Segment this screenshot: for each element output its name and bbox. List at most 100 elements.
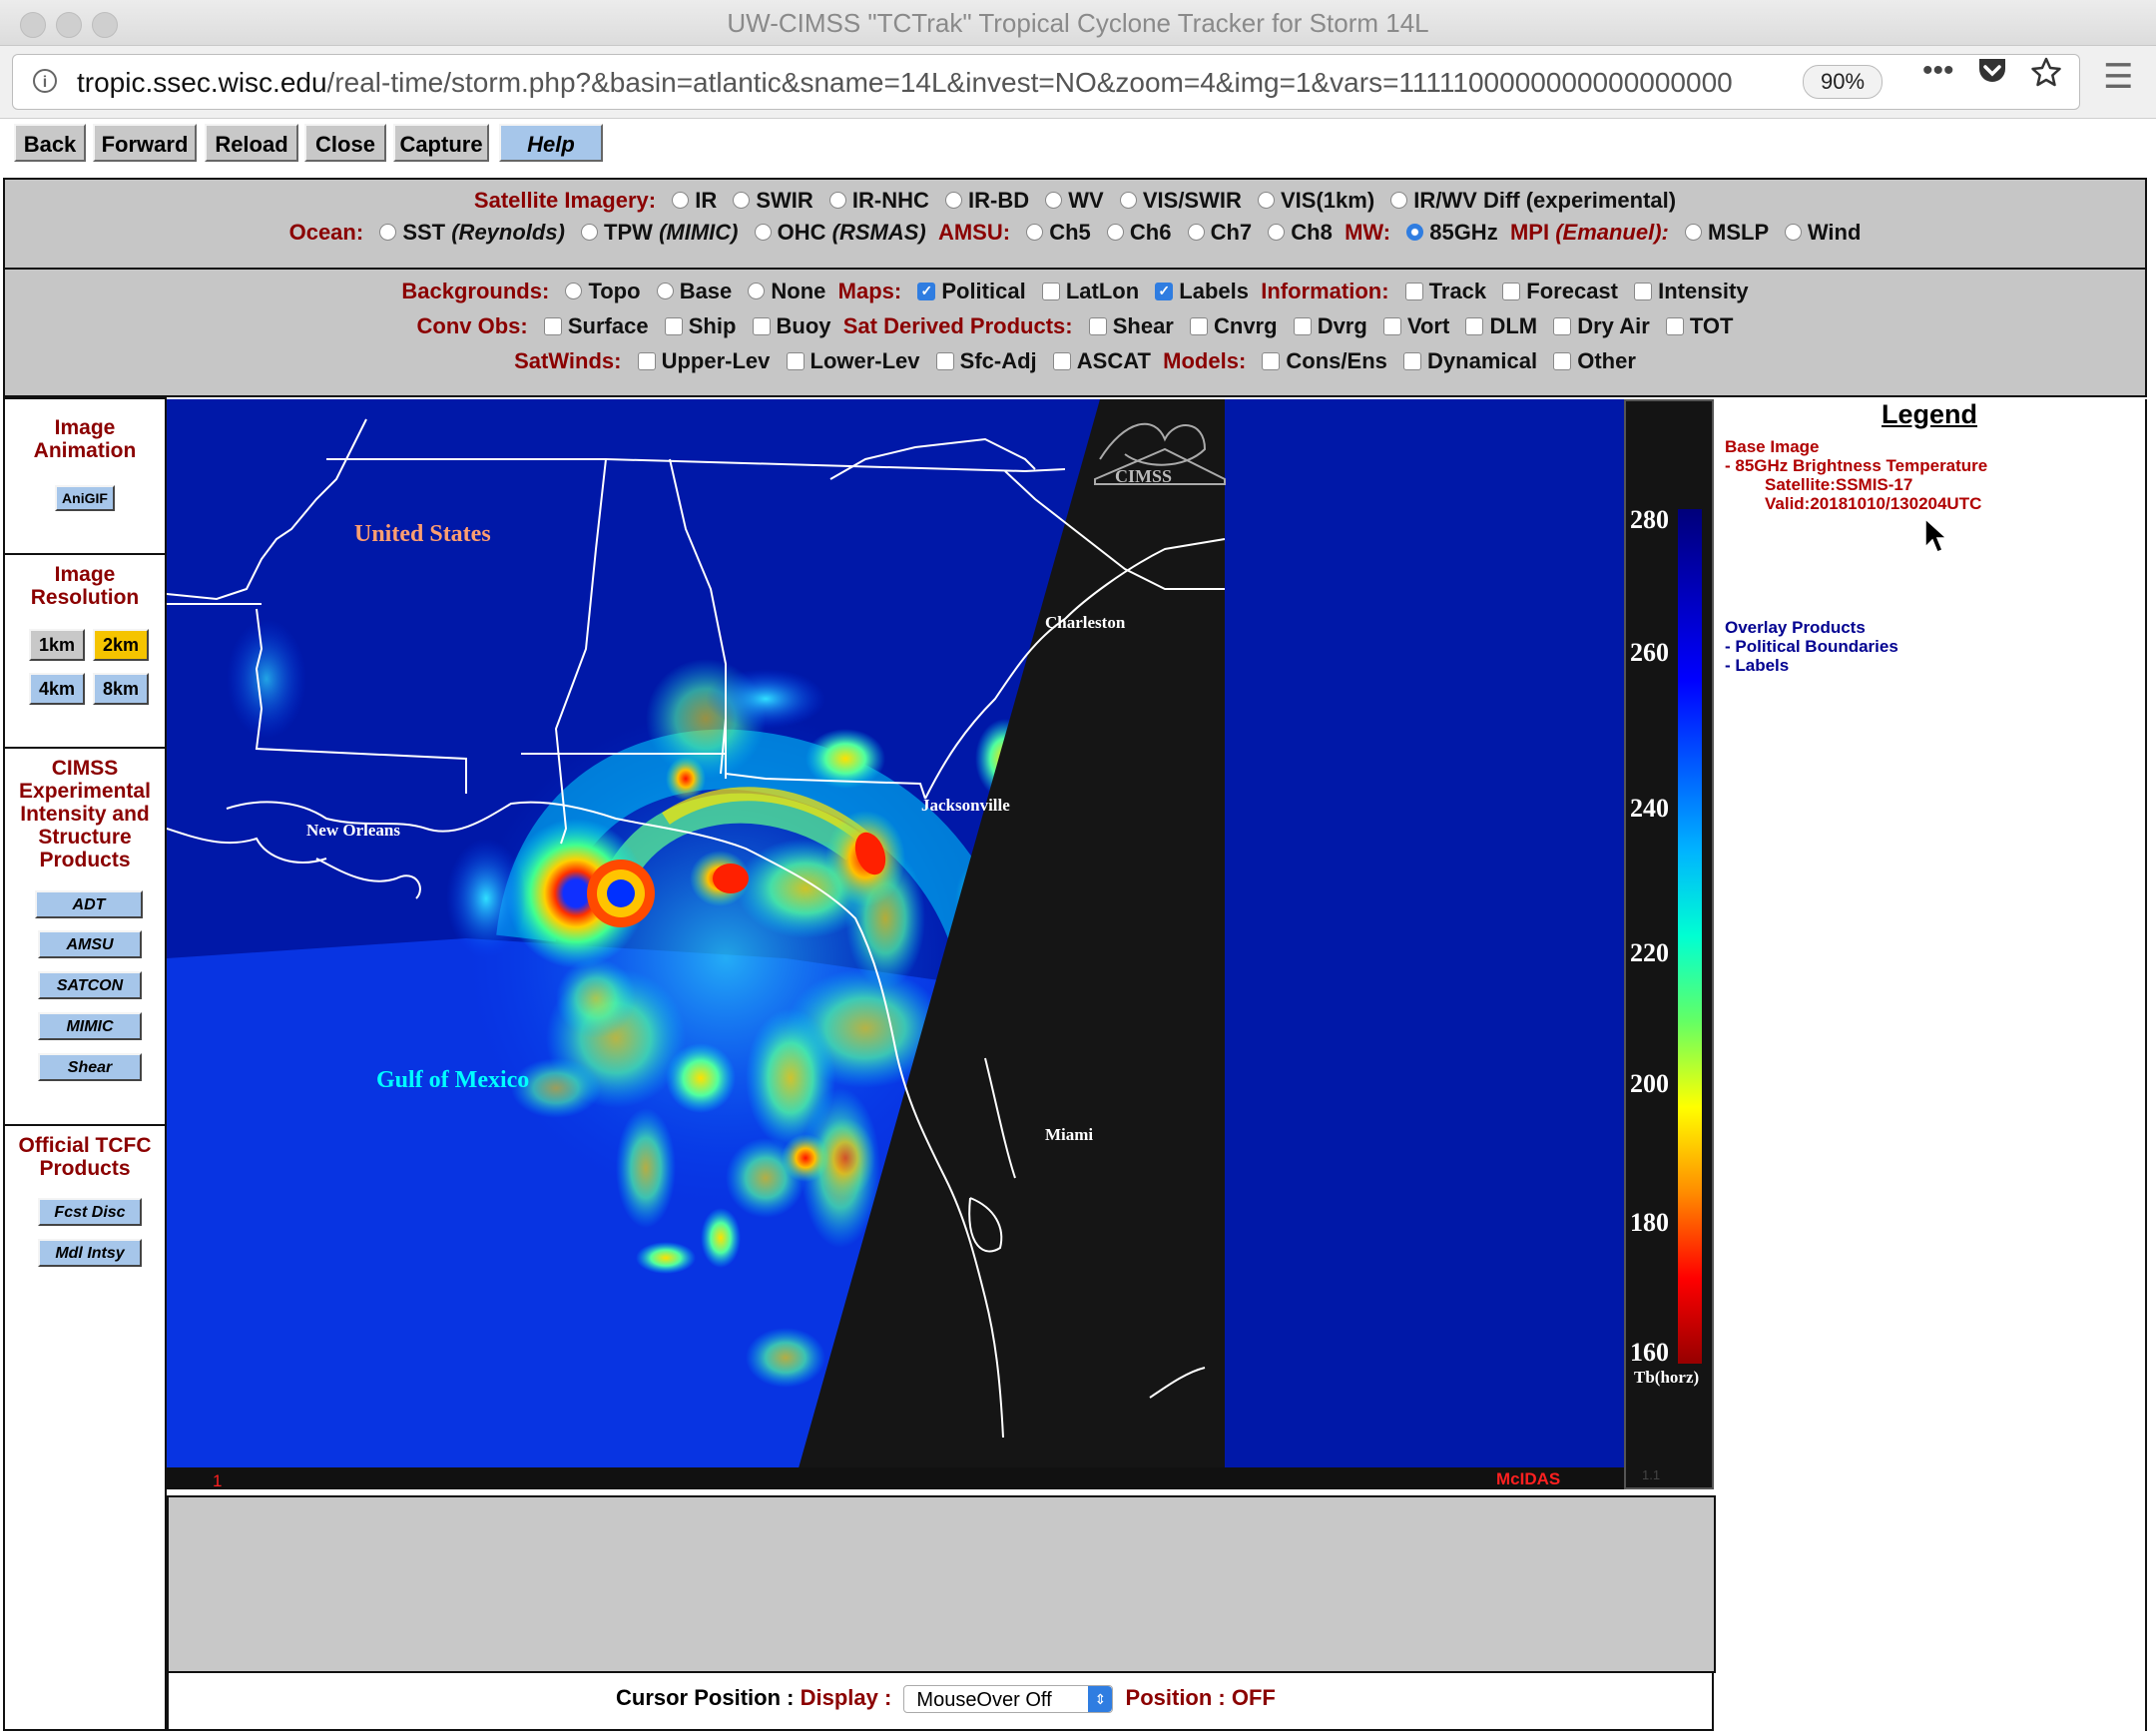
label-charleston: Charleston — [1045, 613, 1126, 632]
shear-button[interactable]: Shear — [38, 1053, 142, 1081]
pocket-icon[interactable] — [1976, 56, 2008, 94]
checkbox-upper-lev[interactable] — [637, 351, 656, 370]
label-jacksonville: Jacksonville — [921, 796, 1010, 815]
checkbox-buoy[interactable] — [752, 316, 771, 335]
mcidas-label: McIDAS — [1496, 1469, 1560, 1488]
checkbox-latlon[interactable] — [1041, 282, 1060, 300]
legend-panel: Legend Base Image - 85GHz Brightness Tem… — [1714, 399, 2147, 1731]
legend-title: Legend — [1881, 399, 1977, 429]
radio-ch5[interactable] — [1026, 224, 1044, 242]
legend-overlay-title: Overlay Products — [1725, 618, 1866, 637]
checkbox-cnvrg[interactable] — [1190, 316, 1208, 335]
checkbox-dry-air[interactable] — [1553, 316, 1572, 335]
radio-wv[interactable] — [1045, 192, 1063, 210]
checkbox-shear[interactable] — [1088, 316, 1107, 335]
radio-vis-1km[interactable] — [1258, 192, 1275, 210]
radio-none[interactable] — [748, 283, 766, 300]
close-button[interactable]: Close — [304, 124, 386, 162]
checkbox-vort[interactable] — [1382, 316, 1401, 335]
frame-number: 1 — [213, 1471, 222, 1489]
tick-220: 220 — [1630, 938, 1669, 967]
radio-ir[interactable] — [672, 192, 690, 210]
back-button[interactable]: Back — [14, 124, 86, 162]
satellite-map[interactable]: United States Gulf of Mexico Charleston … — [167, 399, 1624, 1489]
checkbox-track[interactable] — [1404, 282, 1423, 300]
url-text[interactable]: tropic.ssec.wisc.edu/real-time/storm.php… — [77, 67, 1784, 99]
info-icon[interactable]: i — [33, 69, 57, 93]
checkbox-political[interactable]: ✓ — [917, 282, 936, 300]
radio-tpw[interactable] — [581, 224, 599, 242]
convobs-row: Conv Obs: Surface Ship Buoy Sat Derived … — [416, 313, 1734, 338]
satellite-imagery-row: Satellite Imagery: IR SWIR IR-NHC IR-BD … — [473, 188, 1677, 213]
satcon-button[interactable]: SATCON — [38, 971, 142, 999]
radio-ir-nhc[interactable] — [828, 192, 846, 210]
help-button[interactable]: Help — [499, 124, 603, 162]
position-value: OFF — [1231, 1685, 1276, 1710]
checkbox-cons-ens[interactable] — [1262, 351, 1281, 370]
label-gulf-of-mexico: Gulf of Mexico — [376, 1067, 529, 1093]
imagery-panel: Satellite Imagery: IR SWIR IR-NHC IR-BD … — [3, 178, 2147, 270]
tick-160: 160 — [1630, 1338, 1669, 1367]
cimss-products-section: CIMSS Experimental Intensity and Structu… — [5, 749, 165, 1126]
forward-button[interactable]: Forward — [93, 124, 197, 162]
address-bar[interactable]: i tropic.ssec.wisc.edu/real-time/storm.p… — [12, 54, 2080, 110]
radio-ohc[interactable] — [754, 224, 772, 242]
res-1km-button[interactable]: 1km — [29, 629, 85, 661]
checkbox-tot[interactable] — [1665, 316, 1684, 335]
res-8km-button[interactable]: 8km — [93, 673, 149, 705]
label-miami: Miami — [1045, 1125, 1093, 1144]
res-2km-button[interactable]: 2km — [93, 629, 149, 661]
radio-swir[interactable] — [733, 192, 751, 210]
reload-button[interactable]: Reload — [205, 124, 298, 162]
radio-ch7[interactable] — [1187, 224, 1205, 242]
radio-wind[interactable] — [1784, 224, 1802, 242]
checkbox-sfc-adj[interactable] — [935, 351, 954, 370]
mimic-button[interactable]: MIMIC — [38, 1012, 142, 1040]
backgrounds-row: Backgrounds: Topo Base None Maps: ✓ Polit… — [401, 279, 1749, 303]
position-label: Position : — [1125, 1685, 1226, 1710]
checkbox-dlm[interactable] — [1465, 316, 1484, 335]
radio-ir-wv-diff[interactable] — [1390, 192, 1408, 210]
checkbox-ascat[interactable] — [1052, 351, 1071, 370]
checkbox-dynamical[interactable] — [1403, 351, 1422, 370]
tick-180: 180 — [1630, 1208, 1669, 1237]
radio-mslp[interactable] — [1685, 224, 1702, 242]
bookmark-star-icon[interactable] — [2030, 56, 2062, 96]
radio-sst[interactable] — [379, 224, 397, 242]
capture-button[interactable]: Capture — [393, 124, 489, 162]
checkbox-other[interactable] — [1553, 351, 1572, 370]
window-titlebar: UW-CIMSS "TCTrak" Tropical Cyclone Track… — [0, 0, 2156, 46]
checkbox-forecast[interactable] — [1502, 282, 1521, 300]
radio-85ghz[interactable] — [1406, 224, 1424, 242]
res-4km-button[interactable]: 4km — [29, 673, 85, 705]
info-display-area — [167, 1495, 1716, 1673]
anigif-button[interactable]: AniGIF — [55, 485, 115, 511]
more-icon[interactable]: ••• — [1922, 54, 1954, 88]
amsu-button[interactable]: AMSU — [38, 930, 142, 958]
legend-overlay-labels: - Labels — [1725, 656, 1790, 675]
checkbox-ship[interactable] — [664, 316, 683, 335]
checkbox-intensity[interactable] — [1634, 282, 1653, 300]
window-title: UW-CIMSS "TCTrak" Tropical Cyclone Track… — [727, 8, 1429, 38]
radio-ir-bd[interactable] — [945, 192, 963, 210]
radio-topo[interactable] — [565, 283, 583, 300]
adt-button[interactable]: ADT — [35, 890, 143, 918]
radio-base[interactable] — [656, 283, 674, 300]
checkbox-dvrg[interactable] — [1293, 316, 1312, 335]
colorbar-unit: Tb(horz) — [1634, 1368, 1700, 1387]
hamburger-menu-icon[interactable]: ☰ — [2103, 60, 2133, 94]
radio-ch6[interactable] — [1106, 224, 1124, 242]
legend-overlay-political: - Political Boundaries — [1725, 637, 1898, 656]
mdl-intsy-button[interactable]: Mdl Intsy — [38, 1239, 142, 1267]
tick-280: 280 — [1630, 505, 1669, 534]
image-resolution-section: Image Resolution 1km 2km 4km 8km — [5, 555, 165, 749]
cursor-controls: Cursor Position : Display : MouseOver Of… — [616, 1685, 1276, 1714]
radio-vis-swir[interactable] — [1119, 192, 1137, 210]
checkbox-lower-lev[interactable] — [786, 351, 805, 370]
checkbox-labels[interactable]: ✓ — [1155, 282, 1174, 300]
checkbox-surface[interactable] — [543, 316, 562, 335]
mouseover-select[interactable]: MouseOver Off ⇕ — [903, 1685, 1114, 1714]
fcst-disc-button[interactable]: Fcst Disc — [38, 1198, 142, 1226]
zoom-level-badge[interactable]: 90% — [1803, 65, 1883, 99]
radio-ch8[interactable] — [1268, 224, 1286, 242]
